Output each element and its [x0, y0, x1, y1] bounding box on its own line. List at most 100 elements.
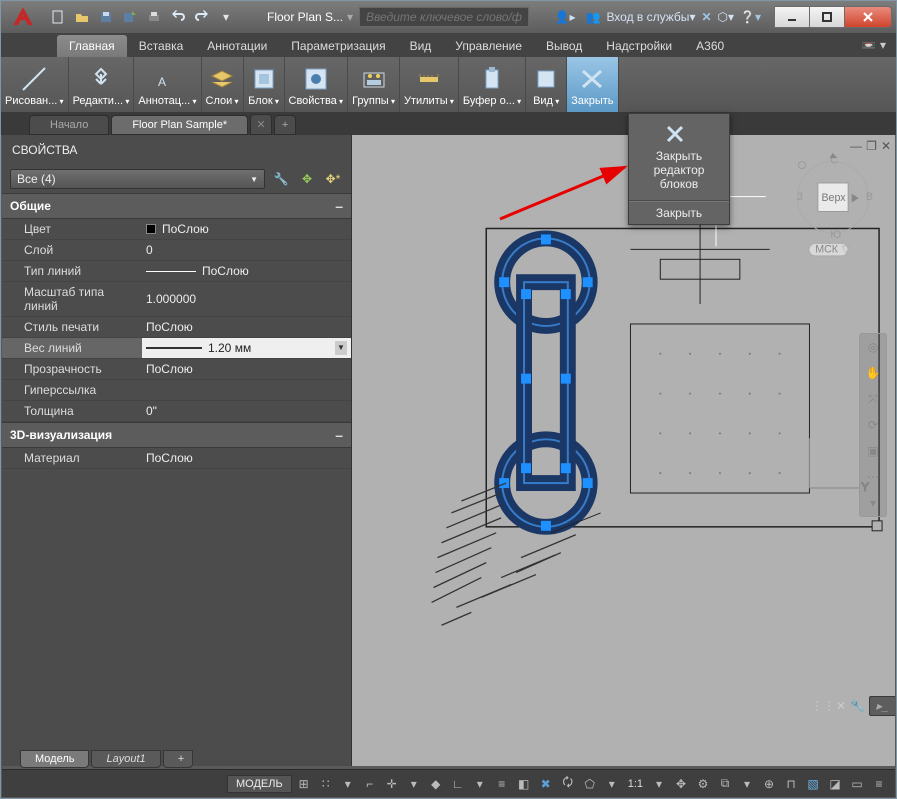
- quick-calc-icon[interactable]: ✥*: [323, 169, 343, 189]
- prop-row[interactable]: Тип линийПоСлою: [2, 261, 351, 282]
- nav-more-icon[interactable]: ⋯: [863, 467, 883, 487]
- selection-combo[interactable]: Все (4) ▼: [10, 169, 265, 189]
- prop-row[interactable]: ЦветПоСлою: [2, 219, 351, 240]
- prop-row[interactable]: МатериалПоСлою: [2, 448, 351, 469]
- ribbon-annot[interactable]: AАннотац...: [134, 57, 201, 112]
- tab-вставка[interactable]: Вставка: [127, 35, 196, 57]
- doc-tab[interactable]: Floor Plan Sample*: [111, 115, 248, 135]
- snap-icon[interactable]: ∷: [316, 774, 336, 794]
- search-input[interactable]: [359, 7, 529, 27]
- prop-group-header[interactable]: Общие–: [2, 193, 351, 219]
- canvas-minimize-icon[interactable]: —: [850, 139, 862, 153]
- dropdown-icon[interactable]: ▼: [335, 341, 347, 355]
- navigation-bar[interactable]: ◎ ✋ ⤧ ⟳ ▣ ⋯ ▾: [859, 333, 887, 517]
- layout-tab[interactable]: Модель: [20, 750, 89, 768]
- 3dosnap-icon[interactable]: ⬠: [580, 774, 600, 794]
- osnap-menu-icon[interactable]: ▾: [470, 774, 490, 794]
- layout-tab-add[interactable]: +: [163, 750, 193, 768]
- print-icon[interactable]: [143, 6, 165, 28]
- ribbon-edit[interactable]: Редакти...: [69, 57, 135, 112]
- redo-icon[interactable]: [191, 6, 213, 28]
- exchange-icon[interactable]: ✕: [701, 10, 711, 24]
- maximize-button[interactable]: [809, 6, 845, 28]
- annovis-icon[interactable]: ⚙: [693, 774, 713, 794]
- collapse-icon[interactable]: –: [335, 198, 343, 214]
- orbit-icon[interactable]: ⟳: [863, 415, 883, 435]
- new-icon[interactable]: [47, 6, 69, 28]
- search-box[interactable]: [359, 7, 529, 27]
- tab-надстройки[interactable]: Надстройки: [594, 35, 684, 57]
- canvas-close-icon[interactable]: ✕: [881, 139, 891, 153]
- pan-icon[interactable]: ✋: [863, 363, 883, 383]
- login-icon[interactable]: 👤▸👥: [555, 10, 601, 24]
- tab-a360[interactable]: A360: [684, 35, 736, 57]
- canvas-restore-icon[interactable]: ❐: [866, 139, 877, 153]
- isolate-icon[interactable]: ◪: [825, 774, 845, 794]
- snap-menu-icon[interactable]: ▾: [338, 774, 358, 794]
- saveas-icon[interactable]: [119, 6, 141, 28]
- cycle-icon[interactable]: 🗘: [558, 774, 578, 794]
- collapse-icon[interactable]: –: [335, 427, 343, 443]
- cmdline-handle-icon[interactable]: ⋮⋮: [814, 697, 832, 715]
- save-icon[interactable]: [95, 6, 117, 28]
- ribbon-app-icon[interactable]: 📼: [861, 38, 876, 52]
- qat-more-icon[interactable]: ▾: [215, 6, 237, 28]
- ribbon-draw[interactable]: Рисован...: [1, 57, 69, 112]
- help-icon[interactable]: ❔▾: [740, 10, 761, 24]
- viewcube[interactable]: С В Ю З Верх МСК ▽: [793, 151, 873, 261]
- lineweight-icon[interactable]: ≡: [492, 774, 512, 794]
- app-logo[interactable]: [3, 3, 43, 31]
- prop-row[interactable]: Гиперссылка: [2, 380, 351, 401]
- status-model-chip[interactable]: МОДЕЛЬ: [227, 775, 292, 793]
- command-line[interactable]: ⋮⋮ ✕ 🔧 ▸_ Введите команду ▴: [814, 695, 873, 717]
- tab-вывод[interactable]: Вывод: [534, 35, 594, 57]
- prop-row[interactable]: ПрозрачностьПоСлою: [2, 359, 351, 380]
- osnap-icon[interactable]: ∟: [448, 774, 468, 794]
- nav-expand-icon[interactable]: ▾: [863, 493, 883, 513]
- ribbon-view[interactable]: Вид: [526, 57, 567, 112]
- prop-row[interactable]: Слой0: [2, 240, 351, 261]
- sc-icon[interactable]: ✖: [536, 774, 556, 794]
- ribbon-clip[interactable]: Буфер о...: [459, 57, 526, 112]
- prop-group-header[interactable]: 3D-визуализация–: [2, 422, 351, 448]
- transparency-icon[interactable]: ◧: [514, 774, 534, 794]
- tab-управление[interactable]: Управление: [443, 35, 534, 57]
- tab-главная[interactable]: Главная: [57, 35, 127, 57]
- doc-tab-add[interactable]: +: [274, 115, 296, 135]
- clean-icon[interactable]: ▭: [847, 774, 867, 794]
- zoom-extents-icon[interactable]: ⤧: [863, 389, 883, 409]
- ribbon-props[interactable]: Свойства: [285, 57, 349, 112]
- prop-row[interactable]: Масштаб типа линий1.000000: [2, 282, 351, 317]
- cmdline-config-icon[interactable]: 🔧: [850, 697, 865, 715]
- minimize-button[interactable]: [774, 6, 810, 28]
- customize-icon[interactable]: ≡: [869, 774, 889, 794]
- polar-menu-icon[interactable]: ▾: [404, 774, 424, 794]
- window-close-button[interactable]: [844, 6, 892, 28]
- open-icon[interactable]: [71, 6, 93, 28]
- tab-параметризация[interactable]: Параметризация: [279, 35, 397, 57]
- grid-icon[interactable]: ⊞: [294, 774, 314, 794]
- tab-аннотации[interactable]: Аннотации: [195, 35, 279, 57]
- ws-menu-icon[interactable]: ▾: [737, 774, 757, 794]
- ribbon-utils[interactable]: Утилиты: [400, 57, 459, 112]
- wheel-icon[interactable]: ◎: [863, 337, 883, 357]
- cmdline-close-icon[interactable]: ✕: [836, 697, 846, 715]
- scale-menu-icon[interactable]: ▾: [649, 774, 669, 794]
- layout-tab[interactable]: Layout1: [91, 750, 160, 768]
- tab-вид[interactable]: Вид: [398, 35, 444, 57]
- ribbon-block[interactable]: Блок: [244, 57, 285, 112]
- polar-icon[interactable]: ✛: [382, 774, 402, 794]
- quick-select-icon[interactable]: 🔧: [271, 169, 291, 189]
- drawing-canvas[interactable]: — ❐ ✕: [352, 135, 895, 766]
- status-scale[interactable]: 1:1: [628, 778, 643, 790]
- annoscale-icon[interactable]: ✥: [671, 774, 691, 794]
- ribbon-close[interactable]: Закрыть: [567, 57, 618, 112]
- ortho-icon[interactable]: ⌐: [360, 774, 380, 794]
- prop-row[interactable]: Толщина0": [2, 401, 351, 422]
- select-objects-icon[interactable]: ✥: [297, 169, 317, 189]
- login-link[interactable]: Вход в службы▾: [606, 10, 695, 24]
- isoplane-icon[interactable]: ◆: [426, 774, 446, 794]
- undo-icon[interactable]: [167, 6, 189, 28]
- ribbon-groups[interactable]: Группы: [348, 57, 400, 112]
- showhide-icon[interactable]: ▣: [863, 441, 883, 461]
